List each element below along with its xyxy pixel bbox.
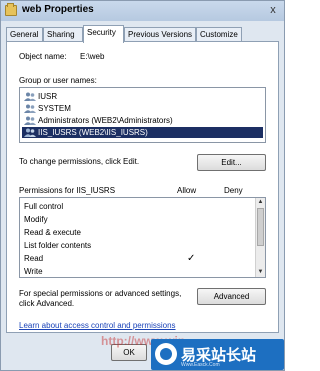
permission-row-modify: Modify <box>24 214 256 226</box>
window-title: web Properties <box>22 4 94 15</box>
folder-icon <box>5 3 17 16</box>
users-icon <box>24 128 36 137</box>
permission-row-read-execute: Read & execute <box>24 227 256 239</box>
permission-label: Read <box>24 254 44 263</box>
permissions-scrollbar[interactable]: ▲ ▼ <box>255 198 265 277</box>
special-permissions-text-1: For special permissions or advanced sett… <box>19 289 182 298</box>
object-name-value: E:\web <box>80 52 105 61</box>
learn-more-link[interactable]: Learn about access control and permissio… <box>19 321 176 330</box>
properties-window: web Properties x General Sharing Securit… <box>0 0 285 371</box>
tab-customize[interactable]: Customize <box>196 27 242 42</box>
permission-row-read: Read ✓ <box>24 253 256 265</box>
object-name-label: Object name: <box>19 52 67 61</box>
users-icon <box>24 116 36 125</box>
deny-header: Deny <box>224 186 243 195</box>
scroll-down-icon[interactable]: ▼ <box>256 268 265 277</box>
watermark-subtext: Www.Easck.Com <box>181 362 220 368</box>
site-watermark: 易采站长站 Www.Easck.Com <box>151 339 284 370</box>
permission-row-list-folder: List folder contents <box>24 240 256 252</box>
group-item-iis-iusrs[interactable]: IIS_IUSRS (WEB2\IIS_IUSRS) <box>22 127 263 138</box>
group-item-administrators[interactable]: Administrators (WEB2\Administrators) <box>22 115 263 126</box>
permission-label: Full control <box>24 202 64 211</box>
security-panel: Object name: E:\web Group or user names:… <box>6 41 279 333</box>
edit-button[interactable]: Edit... <box>197 154 266 171</box>
site-logo-icon <box>155 343 177 365</box>
group-item-label: SYSTEM <box>38 104 71 113</box>
permissions-header: Permissions for IIS_IUSRS <box>19 186 116 195</box>
group-item-label: IIS_IUSRS (WEB2\IIS_IUSRS) <box>38 128 148 137</box>
tab-previous-versions[interactable]: Previous Versions <box>124 27 196 42</box>
special-permissions-text-2: click Advanced. <box>19 299 75 308</box>
permissions-list[interactable]: Full control Modify Read & execute List … <box>19 197 266 278</box>
permission-label: List folder contents <box>24 241 92 250</box>
allow-check: ✓ <box>187 253 196 264</box>
permission-row-full-control: Full control <box>24 201 256 213</box>
permission-label: Read & execute <box>24 228 81 237</box>
group-item-label: IUSR <box>38 92 58 101</box>
allow-header: Allow <box>177 186 197 195</box>
users-icon <box>24 104 36 113</box>
permission-label: Write <box>24 267 43 276</box>
title-bar[interactable]: web Properties x <box>1 1 284 21</box>
tab-sharing[interactable]: Sharing <box>43 27 83 42</box>
group-item-system[interactable]: SYSTEM <box>22 103 263 114</box>
advanced-button[interactable]: Advanced <box>197 288 266 305</box>
tab-security[interactable]: Security <box>83 25 124 43</box>
scroll-thumb[interactable] <box>257 208 264 246</box>
change-permissions-text: To change permissions, click Edit. <box>19 157 140 166</box>
tab-general[interactable]: General <box>6 27 43 42</box>
permission-label: Modify <box>24 215 48 224</box>
scroll-up-icon[interactable]: ▲ <box>256 198 265 207</box>
group-item-iusr[interactable]: IUSR <box>22 91 263 102</box>
close-icon[interactable]: x <box>267 4 279 16</box>
group-list[interactable]: IUSR SYSTEM Administrators (WEB2\Adminis… <box>19 87 266 143</box>
groups-label: Group or user names: <box>19 76 97 85</box>
group-item-label: Administrators (WEB2\Administrators) <box>38 116 173 125</box>
users-icon <box>24 92 36 101</box>
permission-row-write: Write <box>24 266 256 278</box>
